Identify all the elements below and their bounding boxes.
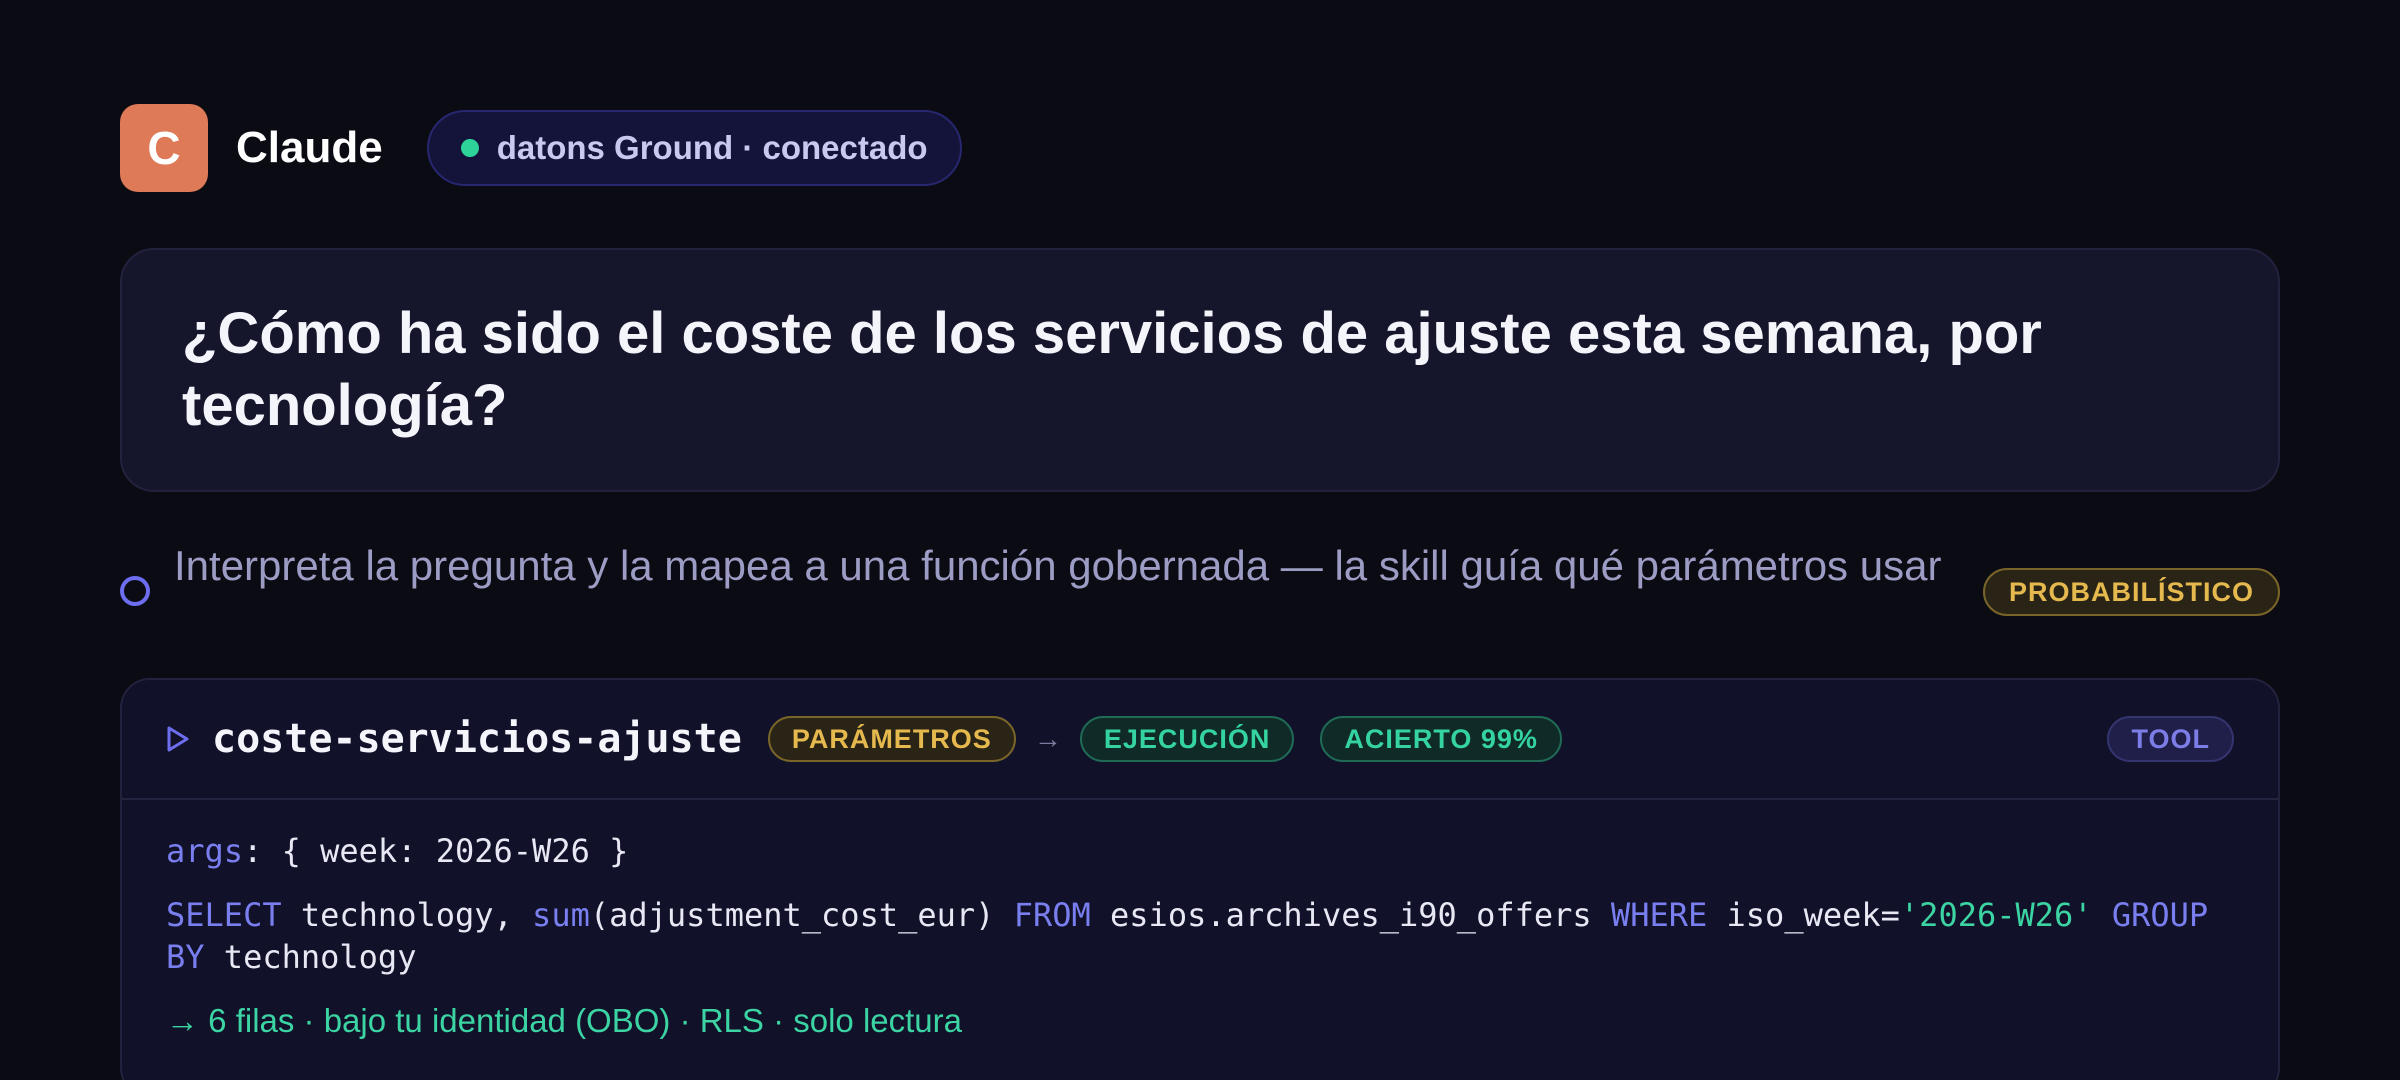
arrow-right-icon: → bbox=[1033, 723, 1062, 754]
sql-function: sum bbox=[532, 896, 590, 934]
parameters-chip: PARÁMETROS bbox=[767, 716, 1016, 762]
probabilistic-badge: PROBABILÍSTICO bbox=[1982, 568, 2280, 616]
step-circle-icon bbox=[120, 576, 150, 606]
avatar: C bbox=[120, 104, 208, 192]
sql-where: WHERE bbox=[1610, 896, 1708, 934]
sql-from: FROM bbox=[1013, 896, 1091, 934]
reasoning-step-text: Interpreta la pregunta y la mapea a una … bbox=[174, 542, 1942, 589]
sql-columns: technology, bbox=[281, 896, 533, 934]
execution-chip: EJECUCIÓN bbox=[1079, 716, 1295, 762]
chat-page: C Claude datons Ground · conectado ¿Cómo… bbox=[0, 0, 2400, 1080]
args-value: : { week: 2026-W26 } bbox=[243, 832, 629, 870]
tool-args-line: args: { week: 2026-W26 } bbox=[166, 830, 2234, 872]
sql-condition: iso_week= bbox=[1707, 896, 1900, 934]
user-question-text: ¿Cómo ha sido el coste de los servicios … bbox=[182, 301, 2042, 438]
tool-name: coste-servicios-ajuste bbox=[212, 716, 742, 762]
sql-select: SELECT bbox=[166, 896, 282, 934]
connection-status-badge[interactable]: datons Ground · conectado bbox=[426, 110, 962, 186]
tool-result-summary: → 6 filas · bajo tu identidad (OBO) · RL… bbox=[166, 1002, 962, 1039]
tool-type-chip: TOOL bbox=[2107, 716, 2234, 762]
reasoning-step: Interpreta la pregunta y la mapea a una … bbox=[120, 540, 2280, 616]
connection-status-label: datons Ground · conectado bbox=[496, 129, 928, 166]
status-dot-icon bbox=[460, 139, 479, 157]
app-header: C Claude datons Ground · conectado bbox=[120, 104, 962, 192]
tool-call-card: coste-servicios-ajuste PARÁMETROS → EJEC… bbox=[120, 678, 2280, 1080]
play-icon bbox=[167, 726, 189, 752]
tool-call-body: args: { week: 2026-W26 } SELECT technolo… bbox=[122, 800, 2278, 1072]
tool-call-header[interactable]: coste-servicios-ajuste PARÁMETROS → EJEC… bbox=[122, 680, 2278, 800]
sql-query: SELECT technology, sum(adjustment_cost_e… bbox=[166, 894, 2246, 978]
sql-function-arg: (adjustment_cost_eur) bbox=[589, 896, 1014, 934]
sql-group-column: technology bbox=[204, 938, 417, 976]
accuracy-chip: ACIERTO 99% bbox=[1320, 716, 1562, 762]
args-keyword: args bbox=[166, 832, 244, 870]
user-question-card: ¿Cómo ha sido el coste de los servicios … bbox=[120, 248, 2280, 492]
sql-value: '2026-W26' bbox=[1899, 896, 2093, 934]
sql-table: esios.archives_i90_offers bbox=[1090, 896, 1611, 934]
brand-name: Claude bbox=[236, 123, 383, 172]
